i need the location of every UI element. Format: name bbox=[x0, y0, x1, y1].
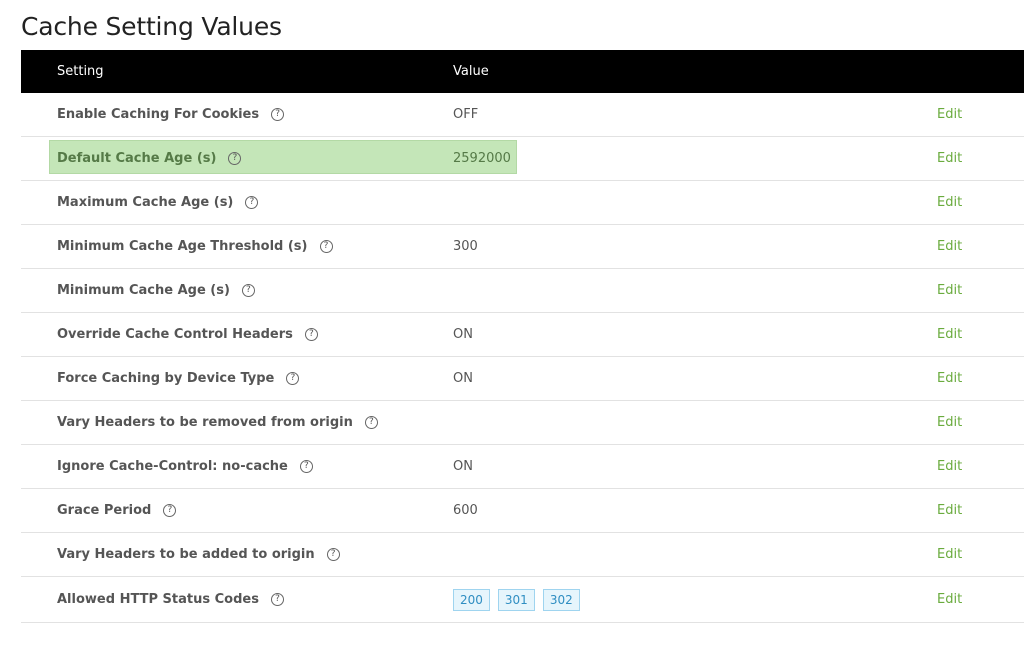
table-header: Setting Value bbox=[21, 50, 1024, 93]
setting-label: Force Caching by Device Type bbox=[57, 371, 275, 386]
setting-name: Minimum Cache Age (s) ? bbox=[57, 269, 255, 312]
help-icon[interactable]: ? bbox=[241, 284, 255, 297]
setting-value: 600 bbox=[453, 503, 478, 518]
setting-name: Vary Headers to be removed from origin ? bbox=[57, 401, 378, 444]
status-code-badge: 302 bbox=[542, 589, 580, 611]
cache-settings-table: Setting Value Enable Caching For Cookies… bbox=[21, 50, 1024, 623]
help-icon[interactable]: ? bbox=[326, 548, 340, 561]
edit-link[interactable]: Edit bbox=[937, 137, 962, 180]
help-icon[interactable]: ? bbox=[304, 328, 318, 341]
table-row: Enable Caching For Cookies ? OFF Edit bbox=[21, 93, 1024, 137]
setting-label: Grace Period bbox=[57, 503, 152, 518]
help-icon[interactable]: ? bbox=[299, 460, 313, 473]
edit-link[interactable]: Edit bbox=[937, 269, 962, 312]
setting-label: Allowed HTTP Status Codes bbox=[57, 592, 259, 607]
setting-label: Vary Headers to be added to origin bbox=[57, 547, 315, 562]
setting-label: Override Cache Control Headers bbox=[57, 327, 293, 342]
setting-label: Vary Headers to be removed from origin bbox=[57, 415, 353, 430]
help-icon[interactable]: ? bbox=[319, 240, 333, 253]
setting-label: Default Cache Age (s) bbox=[57, 151, 217, 166]
table-row: Allowed HTTP Status Codes ? 200 301 302 … bbox=[21, 577, 1024, 623]
setting-value: ON bbox=[453, 459, 473, 474]
table-row: Vary Headers to be added to origin ? Edi… bbox=[21, 533, 1024, 577]
help-icon[interactable]: ? bbox=[286, 372, 300, 385]
help-icon[interactable]: ? bbox=[228, 152, 242, 165]
setting-name: Ignore Cache-Control: no-cache ? bbox=[57, 445, 313, 488]
setting-value: 300 bbox=[453, 239, 478, 254]
status-code-badge: 301 bbox=[497, 589, 535, 611]
edit-link[interactable]: Edit bbox=[937, 93, 962, 136]
setting-name: Maximum Cache Age (s) ? bbox=[57, 181, 259, 224]
setting-name: Grace Period ? bbox=[57, 489, 177, 532]
help-icon[interactable]: ? bbox=[270, 593, 284, 606]
setting-name: Enable Caching For Cookies ? bbox=[57, 93, 285, 136]
setting-name: Override Cache Control Headers ? bbox=[57, 313, 318, 356]
setting-value: ON bbox=[453, 327, 473, 342]
setting-value: 2592000 bbox=[453, 151, 511, 166]
table-row: Minimum Cache Age Threshold (s) ? 300 Ed… bbox=[21, 225, 1024, 269]
table-row: Default Cache Age (s) ? 2592000 Edit bbox=[21, 137, 1024, 181]
help-icon[interactable]: ? bbox=[271, 108, 285, 121]
edit-link[interactable]: Edit bbox=[937, 401, 962, 444]
setting-name: Vary Headers to be added to origin ? bbox=[57, 533, 340, 576]
table-row: Force Caching by Device Type ? ON Edit bbox=[21, 357, 1024, 401]
table-row: Override Cache Control Headers ? ON Edit bbox=[21, 313, 1024, 357]
table-row: Grace Period ? 600 Edit bbox=[21, 489, 1024, 533]
table-row: Vary Headers to be removed from origin ?… bbox=[21, 401, 1024, 445]
help-icon[interactable]: ? bbox=[245, 196, 259, 209]
edit-link[interactable]: Edit bbox=[937, 445, 962, 488]
edit-link[interactable]: Edit bbox=[937, 533, 962, 576]
edit-link[interactable]: Edit bbox=[937, 225, 962, 268]
setting-label: Minimum Cache Age (s) bbox=[57, 283, 230, 298]
setting-name: Minimum Cache Age Threshold (s) ? bbox=[57, 225, 333, 268]
page-title: Cache Setting Values bbox=[21, 12, 282, 41]
edit-link[interactable]: Edit bbox=[937, 577, 962, 622]
setting-name: Allowed HTTP Status Codes ? bbox=[57, 577, 284, 622]
setting-name: Force Caching by Device Type ? bbox=[57, 357, 300, 400]
setting-value: ON bbox=[453, 371, 473, 386]
column-header-value: Value bbox=[453, 64, 489, 79]
table-row: Ignore Cache-Control: no-cache ? ON Edit bbox=[21, 445, 1024, 489]
setting-value: OFF bbox=[453, 107, 479, 122]
table-row: Minimum Cache Age (s) ? Edit bbox=[21, 269, 1024, 313]
help-icon[interactable]: ? bbox=[163, 504, 177, 517]
help-icon[interactable]: ? bbox=[364, 416, 378, 429]
edit-link[interactable]: Edit bbox=[937, 181, 962, 224]
edit-link[interactable]: Edit bbox=[937, 313, 962, 356]
setting-label: Maximum Cache Age (s) bbox=[57, 195, 234, 210]
edit-link[interactable]: Edit bbox=[937, 357, 962, 400]
table-row: Maximum Cache Age (s) ? Edit bbox=[21, 181, 1024, 225]
edit-link[interactable]: Edit bbox=[937, 489, 962, 532]
setting-label: Ignore Cache-Control: no-cache bbox=[57, 459, 288, 474]
column-header-setting: Setting bbox=[57, 64, 104, 79]
setting-label: Enable Caching For Cookies bbox=[57, 107, 260, 122]
setting-name: Default Cache Age (s) ? bbox=[57, 137, 242, 180]
status-code-badge: 200 bbox=[453, 589, 490, 611]
setting-label: Minimum Cache Age Threshold (s) bbox=[57, 239, 308, 254]
status-code-list: 200 301 302 bbox=[453, 589, 580, 611]
